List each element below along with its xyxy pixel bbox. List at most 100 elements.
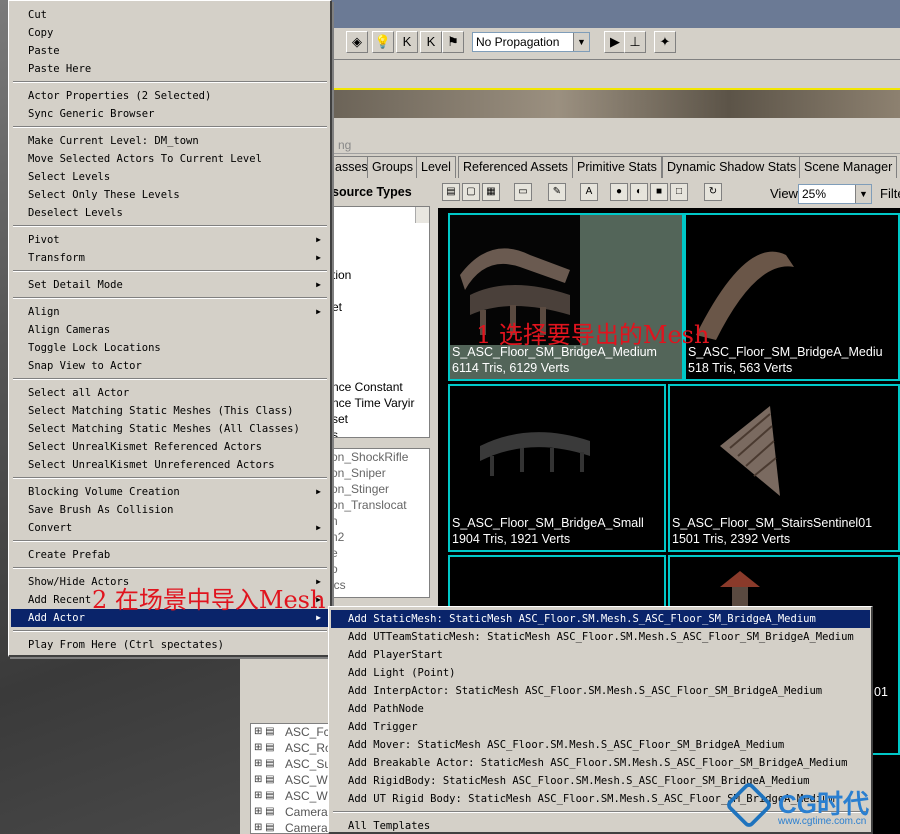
menu-item-convert[interactable]: Convert ▶ <box>11 519 329 537</box>
chevron-down-icon[interactable]: ▼ <box>855 185 871 203</box>
list-item[interactable]: o <box>331 561 429 577</box>
resource-types-list[interactable]: tion et nce Constant nce Time Varyir set… <box>330 206 430 438</box>
menu-item-select-levels[interactable]: Select Levels <box>11 168 329 186</box>
tab-primitive-stats[interactable]: Primitive Stats <box>572 156 662 178</box>
menu-item-snap-view-to-actor[interactable]: Snap View to Actor <box>11 357 329 375</box>
list-item[interactable]: nce Constant <box>331 379 429 395</box>
list-item[interactable]: set <box>331 411 429 427</box>
list-item[interactable]: on_Stinger <box>331 481 429 497</box>
list-item[interactable]: n <box>331 513 429 529</box>
resource-types-scrollbar[interactable] <box>415 207 429 223</box>
submenu-item-add-pathnode[interactable]: Add PathNode <box>331 700 870 718</box>
cube-icon[interactable]: ◈ <box>346 31 368 53</box>
menu-item-create-prefab[interactable]: Create Prefab <box>11 546 329 564</box>
submenu-item-add-staticmesh[interactable]: Add StaticMesh: StaticMesh ASC_Floor.SM.… <box>331 610 870 628</box>
light-icon[interactable]: 💡 <box>372 31 394 53</box>
list-item[interactable]: et <box>331 299 429 315</box>
list-item[interactable]: s <box>331 427 429 437</box>
packages-list[interactable]: on_ShockRifle on_Sniper on_Stinger on_Tr… <box>330 448 430 598</box>
thumbnail-item[interactable]: S_ASC_Floor_SM_BridgeA_Medium 6114 Tris,… <box>448 213 684 381</box>
menu-item-make-current-level[interactable]: Make Current Level: DM_town <box>11 132 329 150</box>
menu-item-align-cameras[interactable]: Align Cameras <box>11 321 329 339</box>
submenu-item-add-utteamstaticmesh[interactable]: Add UTTeamStaticMesh: StaticMesh ASC_Flo… <box>331 628 870 646</box>
list-item[interactable]: e <box>331 545 429 561</box>
text-icon[interactable]: A <box>580 183 598 201</box>
thumbnail-name: S_ASC_Floor_SM_StairsSentinel01 <box>672 516 873 530</box>
menu-item-toggle-lock-locations[interactable]: Toggle Lock Locations <box>11 339 329 357</box>
build-icon[interactable]: ✦ <box>654 31 676 53</box>
list-view-icon[interactable]: ▤ <box>442 183 460 201</box>
tab-referenced-assets[interactable]: Referenced Assets <box>458 156 573 178</box>
submenu-arrow-icon: ▶ <box>316 307 321 316</box>
menu-item-paste-here[interactable]: Paste Here <box>11 60 329 78</box>
list-item[interactable]: on_Translocat <box>331 497 429 513</box>
list-item[interactable]: on_Sniper <box>331 465 429 481</box>
cube-icon[interactable]: ■ <box>650 183 668 201</box>
menu-item-paste[interactable]: Paste <box>11 42 329 60</box>
menu-item-select-only-these-levels[interactable]: Select Only These Levels <box>11 186 329 204</box>
tab-scene-manager[interactable]: Scene Manager <box>799 156 898 178</box>
thumbnail-item[interactable]: S_ASC_Floor_SM_BridgeA_Small 1904 Tris, … <box>448 384 666 552</box>
menu-separator <box>13 126 327 128</box>
menu-item-actor-properties[interactable]: Actor Properties (2 Selected) <box>11 87 329 105</box>
resource-types-header: source Types <box>332 185 412 199</box>
menu-item-set-detail-mode[interactable]: Set Detail Mode ▶ <box>11 276 329 294</box>
plane-icon[interactable]: □ <box>670 183 688 201</box>
thumbnail-item[interactable]: S_ASC_Floor_SM_BridgeA_Mediu 518 Tris, 5… <box>684 213 900 381</box>
menu-item-play-from-here[interactable]: Play From Here (Ctrl spectates) <box>11 636 329 654</box>
menu-item-label: Add Recent <box>28 594 92 606</box>
list-item[interactable]: nce Time Varyir <box>331 395 429 411</box>
menu-item-save-brush-as-collision[interactable]: Save Brush As Collision <box>11 501 329 519</box>
menu-item-select-kismet-referenced[interactable]: Select UnrealKismet Referenced Actors <box>11 438 329 456</box>
refresh-icon[interactable]: ↻ <box>704 183 722 201</box>
curve-icon[interactable]: K <box>396 31 418 53</box>
submenu-item-add-light[interactable]: Add Light (Point) <box>331 664 870 682</box>
menu-item-sync-generic-browser[interactable]: Sync Generic Browser <box>11 105 329 123</box>
menu-item-blocking-volume-creation[interactable]: Blocking Volume Creation ▶ <box>11 483 329 501</box>
thumbnail-view-icon[interactable]: ▦ <box>482 183 500 201</box>
list-item[interactable] <box>331 363 429 379</box>
menu-item-select-kismet-unreferenced[interactable]: Select UnrealKismet Unreferenced Actors <box>11 456 329 474</box>
list-item[interactable]: n2 <box>331 529 429 545</box>
filter-label: Filte <box>880 186 900 201</box>
submenu-item-add-interpactor[interactable]: Add InterpActor: StaticMesh ASC_Floor.SM… <box>331 682 870 700</box>
submenu-item-add-mover[interactable]: Add Mover: StaticMesh ASC_Floor.SM.Mesh.… <box>331 736 870 754</box>
menu-item-cut[interactable]: Cut <box>11 6 329 24</box>
propagation-select[interactable]: No Propagation ▼ <box>472 32 590 52</box>
menu-item-pivot[interactable]: Pivot ▶ <box>11 231 329 249</box>
tab-groups[interactable]: Groups <box>367 156 418 178</box>
submenu-item-add-breakable-actor[interactable]: Add Breakable Actor: StaticMesh ASC_Floo… <box>331 754 870 772</box>
split-view-icon[interactable]: ▢ <box>462 183 480 201</box>
pawn-icon[interactable]: ⚑ <box>442 31 464 53</box>
menu-item-align[interactable]: Align ▶ <box>11 303 329 321</box>
grid-icon[interactable]: ▭ <box>514 183 532 201</box>
brush-icon[interactable]: ✎ <box>548 183 566 201</box>
menu-item-select-matching-all-classes[interactable]: Select Matching Static Meshes (All Class… <box>11 420 329 438</box>
cylinder-icon[interactable]: ◐ <box>630 183 648 201</box>
thumbnail-item[interactable]: S_ASC_Floor_SM_StairsSentinel01 1501 Tri… <box>668 384 900 552</box>
list-item[interactable] <box>331 315 429 331</box>
view-zoom-select[interactable]: 25% ▼ <box>798 184 872 204</box>
menu-item-copy[interactable]: Copy <box>11 24 329 42</box>
tab-level[interactable]: Level <box>416 156 456 178</box>
tab-dynamic-shadow-stats[interactable]: Dynamic Shadow Stats <box>662 156 802 178</box>
list-item[interactable] <box>331 347 429 363</box>
play-icon[interactable]: ▶ <box>604 31 626 53</box>
sphere-icon[interactable]: ● <box>610 183 628 201</box>
list-item[interactable] <box>331 331 429 347</box>
menu-item-move-to-current-level[interactable]: Move Selected Actors To Current Level <box>11 150 329 168</box>
chevron-down-icon[interactable]: ▼ <box>573 33 589 51</box>
submenu-item-add-trigger[interactable]: Add Trigger <box>331 718 870 736</box>
submenu-item-add-playerstart[interactable]: Add PlayerStart <box>331 646 870 664</box>
menu-item-deselect-levels[interactable]: Deselect Levels <box>11 204 329 222</box>
menu-item-select-all-actor[interactable]: Select all Actor <box>11 384 329 402</box>
list-item[interactable]: on_ShockRifle <box>331 449 429 465</box>
menu-item-label: Blocking Volume Creation <box>28 486 180 498</box>
pin-icon[interactable]: ⊥ <box>624 31 646 53</box>
menu-item-transform[interactable]: Transform ▶ <box>11 249 329 267</box>
menu-separator <box>13 540 327 542</box>
menu-item-select-matching-this-class[interactable]: Select Matching Static Meshes (This Clas… <box>11 402 329 420</box>
list-item[interactable]: tion <box>331 267 429 283</box>
curve-red-icon[interactable]: K <box>420 31 442 53</box>
list-item[interactable]: ics <box>331 577 429 593</box>
